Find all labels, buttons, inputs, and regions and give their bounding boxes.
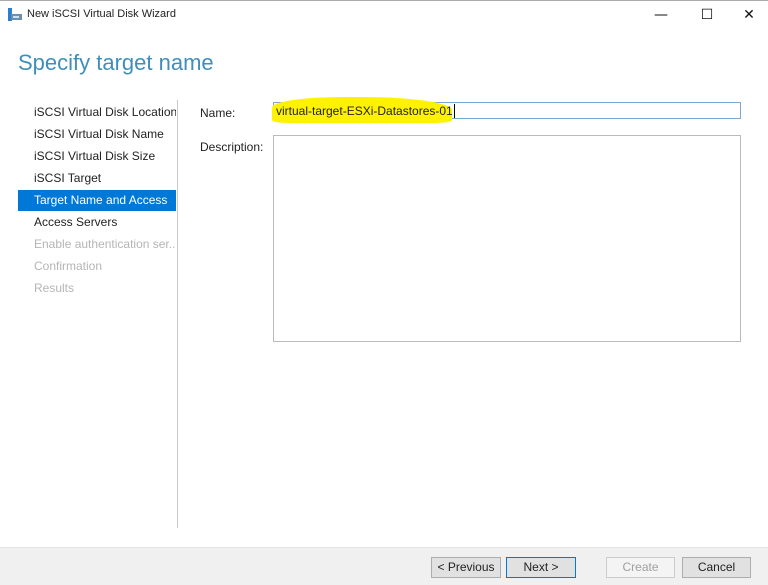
- step-item: Results: [34, 281, 75, 295]
- name-value: virtual-target-ESXi-Datastores-01: [276, 104, 455, 118]
- title-bar: New iSCSI Virtual Disk Wizard — ☐ ✕: [0, 0, 768, 29]
- name-label: Name:: [200, 106, 236, 120]
- step-item[interactable]: iSCSI Virtual Disk Name: [18, 124, 176, 145]
- iscsi-disk-icon: [8, 8, 22, 21]
- maximize-button[interactable]: ☐: [684, 3, 730, 27]
- cancel-button[interactable]: Cancel: [682, 557, 751, 578]
- step-item[interactable]: Access Servers: [18, 212, 176, 233]
- close-button[interactable]: ✕: [726, 3, 768, 27]
- step-item[interactable]: Target Name and Access: [18, 190, 176, 211]
- step-item[interactable]: iSCSI Virtual Disk Location: [18, 102, 176, 123]
- window-title: New iSCSI Virtual Disk Wizard: [27, 8, 176, 20]
- page-title: Specify target name: [18, 50, 214, 75]
- step-item[interactable]: iSCSI Target: [18, 168, 176, 189]
- name-input[interactable]: virtual-target-ESXi-Datastores-01: [272, 97, 741, 123]
- step-item[interactable]: iSCSI Virtual Disk Size: [18, 146, 176, 167]
- description-label: Description:: [200, 140, 264, 154]
- divider: [177, 100, 178, 528]
- minimize-button[interactable]: —: [638, 3, 684, 27]
- next-button[interactable]: Next >: [506, 557, 576, 578]
- previous-button[interactable]: < Previous: [431, 557, 501, 578]
- step-item: Confirmation: [34, 259, 103, 273]
- description-input[interactable]: [273, 135, 741, 342]
- create-button[interactable]: Create: [606, 557, 675, 578]
- step-item: Enable authentication ser...: [34, 237, 176, 251]
